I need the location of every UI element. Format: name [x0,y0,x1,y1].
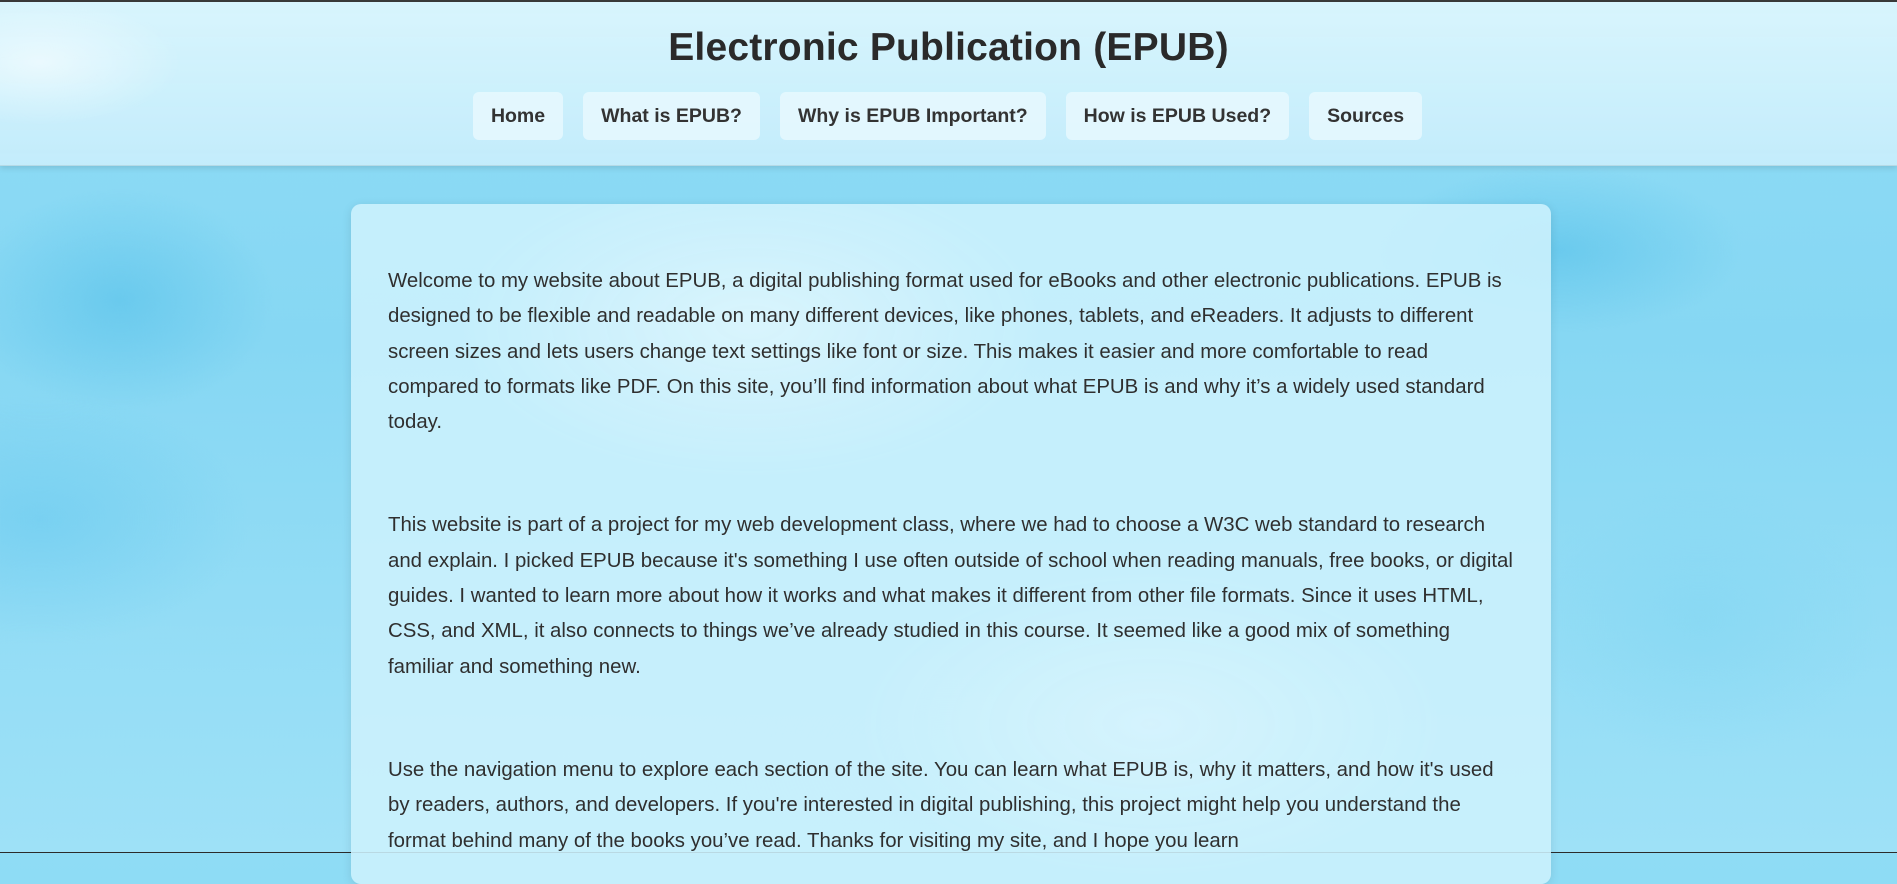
nav-why-important-button[interactable]: Why is EPUB Important? [779,92,1046,140]
nav-what-is-epub-button[interactable]: What is EPUB? [583,92,760,140]
content-card: Welcome to my website about EPUB, a digi… [351,204,1551,884]
page-title: Electronic Publication (EPUB) [668,26,1229,69]
navigation-paragraph: Use the navigation menu to explore each … [388,758,1494,852]
nav-home-button[interactable]: Home [472,92,564,140]
project-paragraph: This website is part of a project for my… [388,514,1513,678]
nav-how-used-button[interactable]: How is EPUB Used? [1065,92,1290,140]
main-navigation: Home What is EPUB? Why is EPUB Important… [0,92,1897,140]
welcome-paragraph: Welcome to my website about EPUB, a digi… [388,270,1502,434]
site-header: Electronic Publication (EPUB) Home What … [0,2,1897,166]
nav-sources-button[interactable]: Sources [1309,92,1423,140]
